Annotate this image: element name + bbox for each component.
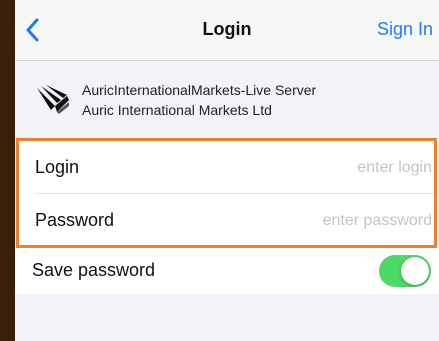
toggle-knob bbox=[401, 257, 429, 285]
sign-in-button[interactable]: Sign In bbox=[377, 19, 433, 40]
navigation-bar: Login Sign In bbox=[15, 0, 439, 61]
server-text: AuricInternationalMarkets-Live Server Au… bbox=[82, 80, 316, 120]
password-input[interactable] bbox=[230, 206, 434, 236]
save-password-label: Save password bbox=[32, 260, 156, 280]
save-password-toggle[interactable] bbox=[379, 255, 431, 287]
login-screen: Login Sign In AuricInternationalMarkets-… bbox=[15, 0, 439, 341]
login-input[interactable] bbox=[230, 153, 434, 183]
company-name: Auric International Markets Ltd bbox=[82, 102, 272, 118]
credentials-form: Login Password bbox=[16, 138, 437, 248]
login-label: Login bbox=[35, 157, 80, 177]
save-password-row: Save password bbox=[15, 248, 439, 294]
auric-logo-icon bbox=[35, 82, 71, 118]
page-title: Login bbox=[202, 19, 252, 39]
password-label: Password bbox=[35, 210, 115, 230]
login-row: Login bbox=[19, 141, 434, 194]
password-row: Password bbox=[19, 194, 434, 246]
server-name: AuricInternationalMarkets-Live Server bbox=[82, 82, 317, 98]
